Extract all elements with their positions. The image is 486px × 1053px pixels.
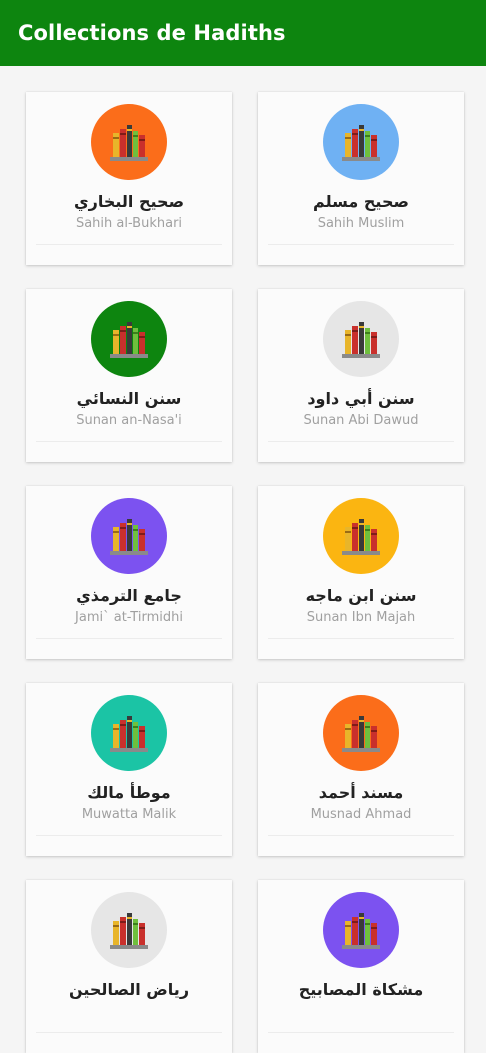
- collection-icon-circle: [91, 892, 167, 968]
- card-divider: [268, 441, 454, 442]
- collections-grid: صحيح البخاري Sahih al-Bukhari صحيح مسلم …: [0, 66, 486, 1053]
- books-icon: [110, 913, 148, 949]
- collection-arabic-name: موطأ مالك: [87, 783, 171, 802]
- collection-icon-circle: [323, 892, 399, 968]
- collection-card-4[interactable]: سنن أبي داود Sunan Abi Dawud: [258, 289, 464, 462]
- collection-arabic-name: سنن النسائي: [76, 389, 182, 408]
- collection-icon-circle: [323, 301, 399, 377]
- collection-icon-circle: [323, 104, 399, 180]
- collection-icon-circle: [323, 695, 399, 771]
- books-icon: [342, 519, 380, 555]
- collection-card-1[interactable]: صحيح البخاري Sahih al-Bukhari: [26, 92, 232, 265]
- collection-arabic-name: جامع الترمذي: [76, 586, 182, 605]
- collection-card-5[interactable]: جامع الترمذي Jami` at-Tirmidhi: [26, 486, 232, 659]
- collection-english-name: Muwatta Malik: [81, 807, 177, 822]
- collection-english-name: Sunan an-Nasa'i: [76, 413, 182, 428]
- card-divider: [268, 1032, 454, 1033]
- collection-arabic-name: سنن ابن ماجه: [305, 586, 417, 605]
- card-divider: [36, 835, 222, 836]
- collection-english-name: Sunan Ibn Majah: [306, 610, 416, 625]
- collection-english-name: Sahih al-Bukhari: [75, 216, 183, 231]
- books-icon: [342, 913, 380, 949]
- collection-arabic-name: صحيح البخاري: [73, 192, 185, 211]
- books-icon: [110, 716, 148, 752]
- collection-icon-circle: [91, 301, 167, 377]
- collection-card-7[interactable]: موطأ مالك Muwatta Malik: [26, 683, 232, 856]
- collection-english-name: Sunan Abi Dawud: [303, 413, 419, 428]
- collection-arabic-name: مشكاة المصابيح: [298, 980, 424, 999]
- card-divider: [268, 244, 454, 245]
- collection-arabic-name: رياض الصالحين: [68, 980, 190, 999]
- collection-card-3[interactable]: سنن النسائي Sunan an-Nasa'i: [26, 289, 232, 462]
- books-icon: [342, 322, 380, 358]
- collection-card-10[interactable]: مشكاة المصابيح: [258, 880, 464, 1053]
- books-icon: [342, 125, 380, 161]
- collection-arabic-name: مسند أحمد: [318, 783, 404, 802]
- collection-icon-circle: [91, 498, 167, 574]
- card-divider: [36, 1032, 222, 1033]
- books-icon: [110, 519, 148, 555]
- collection-card-9[interactable]: رياض الصالحين: [26, 880, 232, 1053]
- collection-icon-circle: [323, 498, 399, 574]
- collection-icon-circle: [91, 104, 167, 180]
- card-divider: [36, 441, 222, 442]
- card-divider: [268, 835, 454, 836]
- collection-card-6[interactable]: سنن ابن ماجه Sunan Ibn Majah: [258, 486, 464, 659]
- collection-card-8[interactable]: مسند أحمد Musnad Ahmad: [258, 683, 464, 856]
- app-title: Collections de Hadiths: [18, 21, 286, 45]
- collection-english-name: Sahih Muslim: [317, 216, 405, 231]
- app-bar: Collections de Hadiths: [0, 0, 486, 66]
- collection-icon-circle: [91, 695, 167, 771]
- card-divider: [268, 638, 454, 639]
- books-icon: [342, 716, 380, 752]
- card-divider: [36, 244, 222, 245]
- collection-english-name: Musnad Ahmad: [310, 807, 412, 822]
- card-divider: [36, 638, 222, 639]
- books-icon: [110, 322, 148, 358]
- collection-arabic-name: سنن أبي داود: [307, 389, 415, 408]
- collection-english-name: Jami` at-Tirmidhi: [75, 610, 183, 625]
- books-icon: [110, 125, 148, 161]
- collection-arabic-name: صحيح مسلم: [313, 192, 409, 211]
- collection-card-2[interactable]: صحيح مسلم Sahih Muslim: [258, 92, 464, 265]
